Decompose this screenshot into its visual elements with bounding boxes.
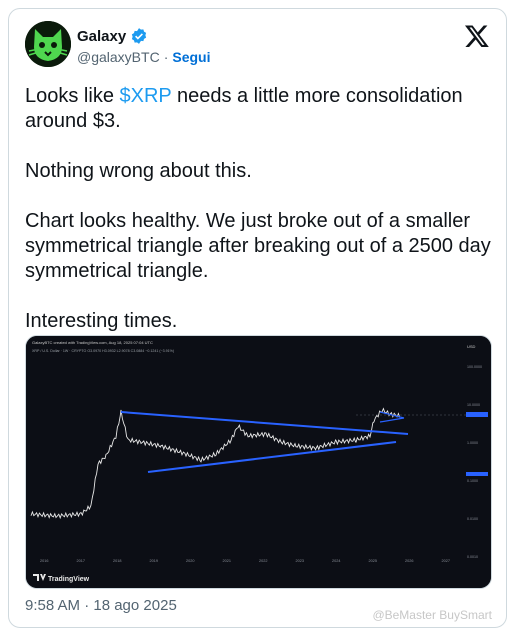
tweet-paragraph-2: Nothing wrong about this. <box>25 160 252 182</box>
author-handle[interactable]: @galaxyBTC <box>77 49 160 65</box>
year-tick-label: 2025 <box>369 559 377 563</box>
support-price-tag <box>466 472 488 476</box>
verified-badge-icon <box>132 28 147 44</box>
price-tick-label: 0.0010 <box>467 555 478 559</box>
tweet-card: Galaxy @galaxyBTC · Segui Looks like $XR… <box>8 8 507 628</box>
separator-dot: · <box>163 49 169 65</box>
handle-row: @galaxyBTC · Segui <box>77 49 210 65</box>
price-tick-label: 1.0000 <box>467 441 478 445</box>
year-tick-label: 2022 <box>259 559 267 563</box>
year-tick-label: 2018 <box>113 559 121 563</box>
xrp-chart: GalaxyBTC created with TradingView.com, … <box>26 336 491 588</box>
author-name-row: Galaxy <box>77 27 148 45</box>
year-tick-label: 2017 <box>77 559 85 563</box>
tweet-paragraph-4: Interesting times. <box>25 310 178 332</box>
tweet-paragraph-1: Looks like $XRP needs a little more cons… <box>25 85 469 132</box>
year-tick-label: 2026 <box>405 559 413 563</box>
price-tick-label: 0.1000 <box>467 479 478 483</box>
year-tick-label: 2021 <box>223 559 231 563</box>
chart-image[interactable]: GalaxyBTC created with TradingView.com, … <box>25 335 492 589</box>
price-tick-label: 10.0000 <box>467 403 480 407</box>
current-price-tag <box>466 412 488 417</box>
year-tick-label: 2027 <box>442 559 450 563</box>
follow-button[interactable]: Segui <box>172 49 210 65</box>
tradingview-brand: TradingView <box>48 576 90 583</box>
year-tick-label: 2020 <box>186 559 194 563</box>
price-tick-label: 0.0100 <box>467 517 478 521</box>
tweet-text: Looks like $XRP needs a little more cons… <box>25 84 495 359</box>
tweet-paragraph-3: Chart looks healthy. We just broke out o… <box>25 210 497 282</box>
price-scale-label: USD <box>467 344 476 349</box>
avatar[interactable] <box>25 21 71 67</box>
x-logo-icon[interactable] <box>464 23 490 49</box>
chart-symbol-line: XRP / U.S. Dollar · 1W · CRYPTO O3.0970 … <box>32 349 174 353</box>
year-tick-label: 2023 <box>296 559 304 563</box>
author-name[interactable]: Galaxy <box>77 28 126 45</box>
watermark: @BeMaster BuySmart <box>372 608 492 622</box>
cashtag-link[interactable]: $XRP <box>120 85 172 107</box>
price-tick-label: 100.0000 <box>467 365 482 369</box>
year-tick-label: 2024 <box>332 559 340 563</box>
chart-header: GalaxyBTC created with TradingView.com, … <box>32 340 153 345</box>
tweet-timestamp[interactable]: 9:58 AM · 18 ago 2025 <box>25 597 177 614</box>
cat-logo-icon <box>25 21 71 67</box>
year-tick-label: 2019 <box>150 559 158 563</box>
year-tick-label: 2016 <box>40 559 48 563</box>
